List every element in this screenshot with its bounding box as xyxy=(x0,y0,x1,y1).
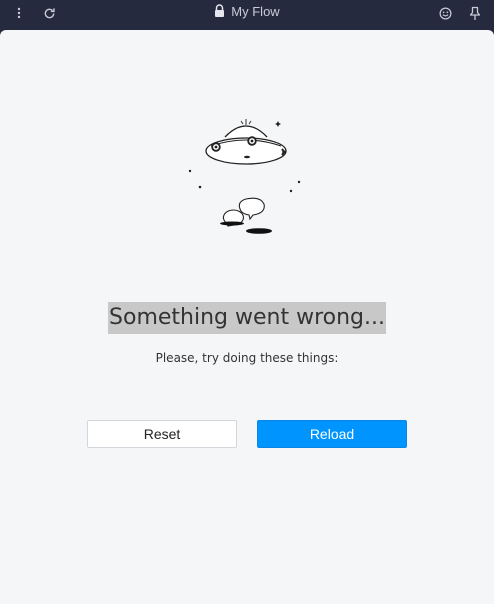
pin-icon[interactable] xyxy=(465,3,485,23)
reload-button[interactable]: Reload xyxy=(257,420,407,448)
window-title-group: My Flow xyxy=(0,0,494,23)
error-subtext: Please, try doing these things: xyxy=(155,351,339,365)
lock-icon xyxy=(214,3,225,20)
smiley-icon[interactable] xyxy=(435,3,455,23)
error-heading: Something went wrong... xyxy=(108,302,386,334)
window-title: My Flow xyxy=(231,4,280,19)
reset-button[interactable]: Reset xyxy=(87,420,237,448)
error-page: Something went wrong... Please, try doin… xyxy=(0,30,494,604)
title-bar: My Flow xyxy=(0,0,494,26)
ufo-illustration-icon xyxy=(188,119,301,234)
